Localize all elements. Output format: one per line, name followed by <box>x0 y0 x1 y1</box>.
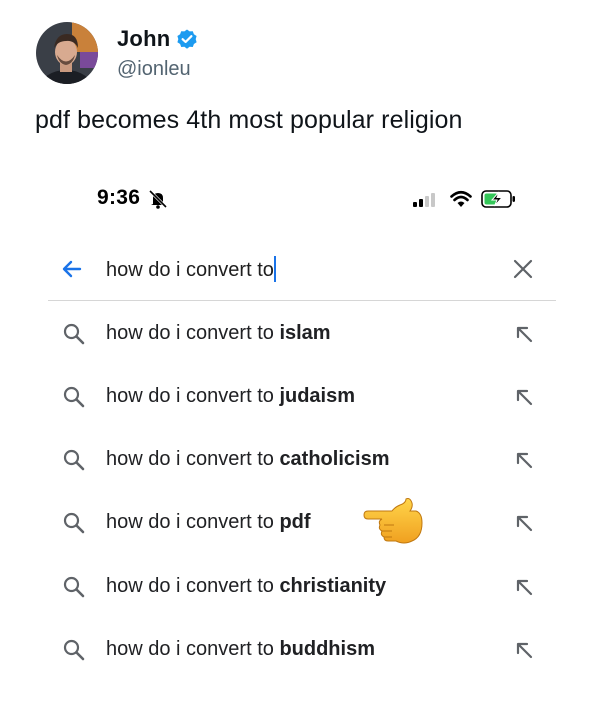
suggestion-text: how do i convert to buddhism <box>106 638 375 661</box>
tweet-text: pdf becomes 4th most popular religion <box>35 106 463 134</box>
suggestion-item[interactable]: how do i convert to judaism <box>48 365 556 425</box>
search-icon <box>62 575 86 599</box>
status-time: 9:36 <box>97 186 141 209</box>
suggestion-text: how do i convert to pdf <box>106 511 311 534</box>
suggestion-completion: judaism <box>279 385 356 407</box>
suggestion-completion: buddhism <box>279 638 375 660</box>
search-input[interactable]: how do i convert to <box>106 259 274 282</box>
pointing-hand-emoji <box>362 497 424 547</box>
suggestion-prefix: how do i convert to <box>106 322 280 344</box>
suggestion-text: how do i convert to islam <box>106 322 331 345</box>
suggestion-item[interactable]: how do i convert to islam <box>48 302 556 362</box>
fill-query-arrow-icon[interactable] <box>514 387 534 407</box>
suggestion-prefix: how do i convert to <box>106 575 280 597</box>
search-icon <box>62 385 86 409</box>
fill-query-arrow-icon[interactable] <box>514 513 534 533</box>
silent-bell-icon <box>147 189 169 209</box>
suggestion-item[interactable]: how do i convert to buddhism <box>48 618 556 678</box>
cellular-signal-icon <box>413 193 439 207</box>
suggestion-text: how do i convert to christianity <box>106 575 386 598</box>
battery-charging-icon <box>481 189 517 209</box>
verified-badge-icon <box>175 28 199 52</box>
suggestion-prefix: how do i convert to <box>106 511 280 533</box>
fill-query-arrow-icon[interactable] <box>514 324 534 344</box>
fill-query-arrow-icon[interactable] <box>514 640 534 660</box>
suggestion-text: how do i convert to judaism <box>106 385 355 408</box>
wifi-icon <box>450 190 472 208</box>
suggestion-completion: pdf <box>279 511 311 533</box>
suggestion-completion: islam <box>279 322 331 344</box>
suggestion-item[interactable]: how do i convert to catholicism <box>48 428 556 488</box>
suggestion-completion: catholicism <box>279 448 390 470</box>
text-cursor <box>273 256 276 282</box>
clear-search-icon[interactable] <box>512 258 534 280</box>
search-divider <box>48 300 556 301</box>
suggestion-prefix: how do i convert to <box>106 448 280 470</box>
fill-query-arrow-icon[interactable] <box>514 577 534 597</box>
author-name[interactable]: John <box>117 26 170 52</box>
suggestion-completion: christianity <box>279 575 387 597</box>
search-icon <box>62 448 86 472</box>
suggestion-text: how do i convert to catholicism <box>106 448 389 471</box>
search-icon <box>62 638 86 662</box>
author-handle[interactable]: @ionleu <box>117 58 191 81</box>
suggestion-item[interactable]: how do i convert to pdf <box>48 491 556 551</box>
suggestion-prefix: how do i convert to <box>106 385 280 407</box>
suggestion-prefix: how do i convert to <box>106 638 280 660</box>
search-icon <box>62 511 86 535</box>
fill-query-arrow-icon[interactable] <box>514 450 534 470</box>
back-arrow-icon[interactable] <box>60 257 84 281</box>
search-icon <box>62 322 86 346</box>
suggestion-item[interactable]: how do i convert to christianity <box>48 555 556 615</box>
avatar[interactable] <box>36 22 98 84</box>
